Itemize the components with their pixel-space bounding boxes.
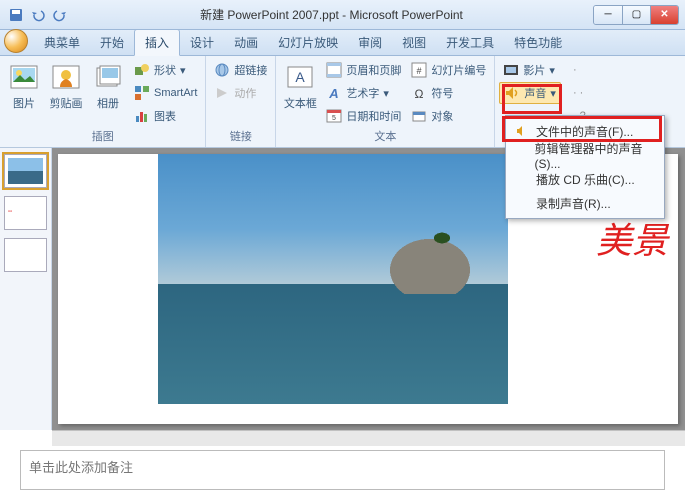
tab-developer[interactable]: 开发工具: [436, 30, 504, 55]
slide-text[interactable]: 美景: [596, 212, 668, 264]
headerfooter-button[interactable]: 页眉和页脚: [322, 59, 405, 81]
tab-design[interactable]: 设计: [180, 30, 224, 55]
object-button[interactable]: 对象: [407, 105, 490, 127]
tab-home[interactable]: 开始: [90, 30, 134, 55]
sound-clip-icon: [514, 147, 529, 163]
sound-button[interactable]: 声音 ▾: [499, 82, 561, 104]
sound-play-cd[interactable]: 播放 CD 乐曲(C)...: [508, 167, 662, 191]
ribbon-tabs: 典菜单 开始 插入 设计 动画 幻灯片放映 审阅 视图 开发工具 特色功能: [0, 30, 685, 56]
titlebar: 新建 PowerPoint 2007.ppt - Microsoft Power…: [0, 0, 685, 30]
headerfooter-icon: [326, 62, 342, 78]
tab-classic[interactable]: 典菜单: [34, 30, 90, 55]
qat-undo-icon[interactable]: [28, 5, 48, 25]
picture-icon: [8, 61, 40, 93]
thumbnail-panel: ▫▫: [0, 148, 52, 430]
group-text: A 文本框 页眉和页脚 A艺术字 ▾ 5日期和时间 #幻灯片编号 Ω符号 对象 …: [276, 56, 495, 147]
hyperlink-button[interactable]: 超链接: [210, 59, 271, 81]
action-icon: [214, 85, 230, 101]
window-title: 新建 PowerPoint 2007.ppt - Microsoft Power…: [70, 6, 593, 23]
window-controls: ─ ▢ ✕: [593, 5, 679, 25]
record-icon: [514, 195, 530, 211]
cd-icon: [514, 171, 530, 187]
horizontal-scrollbar[interactable]: [52, 430, 685, 446]
tab-view[interactable]: 视图: [392, 30, 436, 55]
tab-slideshow[interactable]: 幻灯片放映: [268, 30, 348, 55]
group-links: 超链接 动作 链接: [206, 56, 276, 147]
slide-image[interactable]: [158, 154, 508, 404]
textbox-button[interactable]: A 文本框: [280, 59, 320, 129]
wordart-icon: A: [326, 85, 342, 101]
datetime-button[interactable]: 5日期和时间: [322, 105, 405, 127]
album-icon: [92, 61, 124, 93]
smartart-button[interactable]: SmartArt: [130, 82, 201, 104]
ribbon-separator-2: · ·: [569, 82, 590, 104]
maximize-button[interactable]: ▢: [622, 6, 650, 24]
chart-icon: [134, 108, 150, 124]
slide-thumbnail-2[interactable]: ▫▫: [4, 196, 47, 230]
svg-text:A: A: [296, 69, 306, 85]
sound-dropdown: 文件中的声音(F)... 剪辑管理器中的声音(S)... 播放 CD 乐曲(C)…: [505, 115, 665, 219]
notes-pane[interactable]: 单击此处添加备注: [20, 450, 665, 490]
notes-placeholder: 单击此处添加备注: [29, 460, 133, 475]
slidenumber-button[interactable]: #幻灯片编号: [407, 59, 490, 81]
qat-redo-icon[interactable]: [50, 5, 70, 25]
shapes-button[interactable]: 形状 ▾: [130, 59, 201, 81]
chart-button[interactable]: 图表: [130, 105, 201, 127]
svg-text:A: A: [329, 86, 339, 101]
textbox-icon: A: [284, 61, 316, 93]
wordart-button[interactable]: A艺术字 ▾: [322, 82, 405, 104]
slide-thumbnail-1[interactable]: [4, 154, 47, 188]
slidenumber-icon: #: [411, 62, 427, 78]
clipart-button[interactable]: 剪贴画: [46, 59, 86, 129]
movie-icon: [503, 62, 519, 78]
smartart-icon: [134, 85, 150, 101]
svg-text:#: #: [417, 66, 422, 76]
qat-save-icon[interactable]: [6, 5, 26, 25]
datetime-icon: 5: [326, 108, 342, 124]
tab-special[interactable]: 特色功能: [504, 30, 572, 55]
picture-button[interactable]: 图片: [4, 59, 44, 129]
office-button[interactable]: [4, 29, 28, 53]
clipart-icon: [50, 61, 82, 93]
svg-text:Ω: Ω: [415, 87, 424, 101]
ribbon-separator-1: ·: [569, 59, 590, 81]
sound-record[interactable]: 录制声音(R)...: [508, 191, 662, 215]
movie-button[interactable]: 影片 ▾: [499, 59, 561, 81]
symbol-button[interactable]: Ω符号: [407, 82, 490, 104]
action-button[interactable]: 动作: [210, 82, 271, 104]
symbol-icon: Ω: [411, 85, 427, 101]
close-button[interactable]: ✕: [650, 6, 678, 24]
quick-access: [6, 5, 70, 25]
object-icon: [411, 108, 427, 124]
group-illustrations: 图片 剪贴画 相册 形状 ▾ SmartArt 图表 插图: [0, 56, 206, 147]
sound-from-clip[interactable]: 剪辑管理器中的声音(S)...: [508, 143, 662, 167]
tab-review[interactable]: 审阅: [348, 30, 392, 55]
hyperlink-icon: [214, 62, 230, 78]
tab-insert[interactable]: 插入: [134, 29, 180, 56]
minimize-button[interactable]: ─: [594, 6, 622, 24]
shapes-icon: [134, 62, 150, 78]
slide-thumbnail-3[interactable]: [4, 238, 47, 272]
tab-animation[interactable]: 动画: [224, 30, 268, 55]
album-button[interactable]: 相册: [88, 59, 128, 129]
svg-text:5: 5: [332, 115, 336, 122]
sound-file-icon: [514, 123, 530, 139]
sound-icon: [504, 85, 520, 101]
